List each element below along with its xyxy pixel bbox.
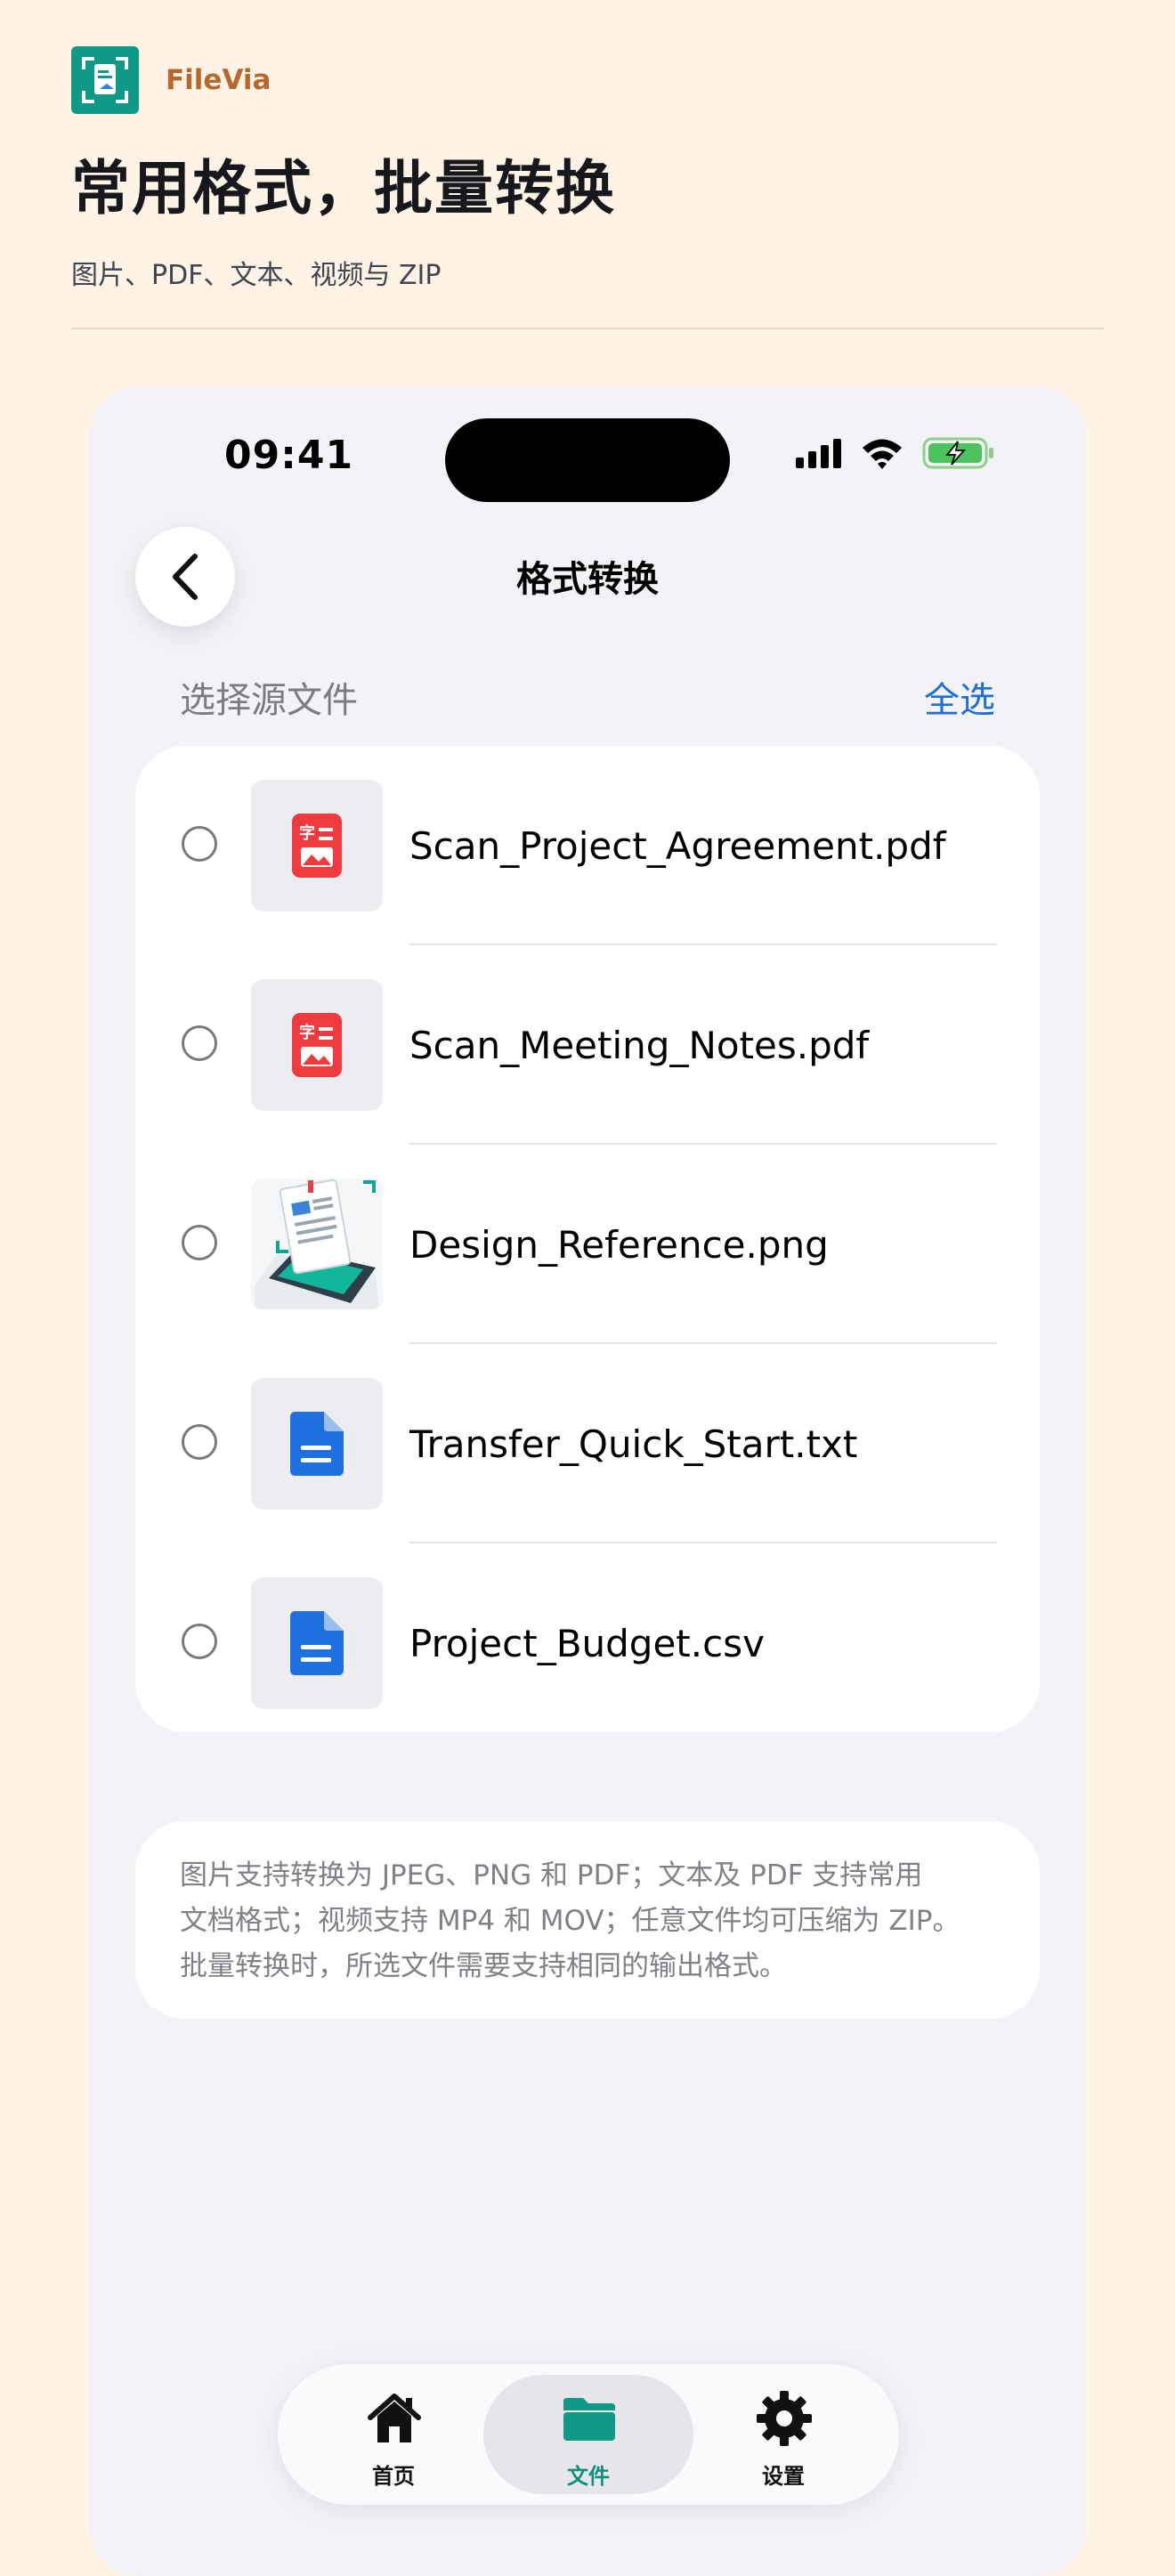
file-name: Project_Budget.csv [409,1622,765,1665]
document-icon [251,1378,383,1510]
folder-icon [563,2398,615,2441]
header-divider [71,328,1104,329]
tab-label: 文件 [567,2464,610,2489]
brand-header: FileVia [71,46,271,114]
status-time: 09:41 [224,433,354,478]
file-row[interactable]: 字 Scan_Meeting_Notes.pdf [135,945,1040,1145]
tab-settings[interactable]: 设置 [678,2375,888,2494]
brand-name: FileVia [166,64,271,96]
pdf-scan-icon: 字 [251,979,383,1111]
file-row[interactable]: Design_Reference.png [135,1145,1040,1344]
home-icon [368,2394,421,2442]
select-radio[interactable] [182,1424,217,1460]
cellular-signal-icon [796,439,841,468]
select-radio[interactable] [182,1225,217,1260]
tab-bar: 首页 文件 设置 [278,2364,899,2505]
svg-text:字: 字 [299,823,315,843]
info-text: 文档格式；视频支持 MP4 和 MOV；任意文件均可压缩为 ZIP。 [180,1905,960,1937]
info-card: 图片支持转换为 JPEG、PNG 和 PDF；文本及 PDF 支持常用 文档格式… [135,1821,1040,2019]
file-row[interactable]: Transfer_Quick_Start.txt [135,1344,1040,1543]
app-logo-icon [71,46,139,114]
page-headline: 常用格式，批量转换 [71,154,616,223]
info-text: 图片支持转换为 JPEG、PNG 和 PDF；文本及 PDF 支持常用 [180,1859,923,1891]
image-thumbnail [251,1179,383,1310]
tab-label: 设置 [762,2464,805,2489]
select-radio[interactable] [182,826,217,862]
phone-mockup: 09:41 格式转换 选择源文件 全选 字 Scan_Project_Agree… [89,386,1086,2576]
nav-title: 格式转换 [516,559,659,600]
select-radio[interactable] [182,1025,217,1061]
file-name: Scan_Project_Agreement.pdf [409,824,946,868]
file-name: Scan_Meeting_Notes.pdf [409,1024,870,1067]
battery-charging-icon [922,437,993,469]
file-row[interactable]: Project_Budget.csv [135,1543,1040,1743]
wifi-icon [863,439,902,469]
file-name: Design_Reference.png [409,1223,829,1267]
pdf-scan-icon: 字 [251,780,383,911]
select-all-button[interactable]: 全选 [924,671,995,723]
gear-icon [757,2391,812,2446]
section-label: 选择源文件 [180,680,358,721]
page-subline: 图片、PDF、文本、视频与 ZIP [71,260,442,291]
document-icon [251,1577,383,1709]
tab-home[interactable]: 首页 [288,2375,498,2494]
file-row[interactable]: 字 Scan_Project_Agreement.pdf [135,746,1040,945]
select-radio[interactable] [182,1624,217,1659]
svg-text:字: 字 [299,1023,315,1042]
file-name: Transfer_Quick_Start.txt [409,1422,858,1466]
tab-label: 首页 [372,2464,415,2489]
file-list: 字 Scan_Project_Agreement.pdf 字 Scan_Meet… [135,746,1040,1732]
dynamic-island [445,418,730,502]
info-text: 批量转换时，所选文件需要支持相同的输出格式。 [180,1950,787,1982]
tab-files[interactable]: 文件 [483,2375,693,2494]
